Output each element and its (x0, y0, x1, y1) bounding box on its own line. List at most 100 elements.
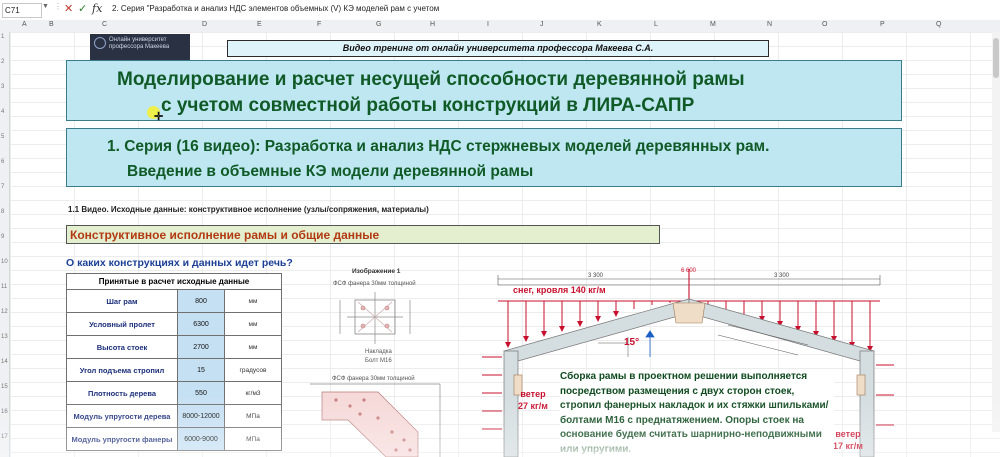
column-label[interactable]: O (822, 21, 827, 28)
row-label[interactable]: 13 (1, 334, 8, 340)
university-logo: Онлайн университет профессора Макеева (90, 34, 190, 62)
row-label[interactable]: 11 (1, 284, 7, 290)
param-name[interactable]: Угол подъема стропил (66, 358, 178, 382)
param-unit[interactable]: МПа (224, 427, 282, 451)
param-value[interactable]: 550 (177, 381, 225, 405)
wind-right-value: 17 кг/м (833, 441, 863, 451)
dim-top-right: 3 300 (774, 273, 790, 279)
param-unit[interactable]: градусов (224, 358, 282, 382)
separator-icon: ⋮ (54, 2, 62, 11)
wind-left-value: 27 кг/м (518, 401, 548, 411)
table-row: Модуль упругости дерева 8000-12000 МПа (66, 404, 282, 428)
param-value[interactable]: 800 (177, 289, 225, 313)
column-label[interactable]: G (376, 21, 381, 28)
column-label[interactable]: E (257, 21, 262, 28)
param-name[interactable]: Модуль упругости фанеры (66, 427, 178, 451)
row-header: 1 2 3 4 5 6 7 8 9 10 11 12 13 14 15 16 1… (0, 32, 10, 457)
video-subheading: 1.1 Видео. Исходные данные: конструктивн… (68, 205, 429, 214)
table-row: Модуль упругости фанеры 6000-9000 МПа (66, 427, 282, 451)
param-name[interactable]: Высота стоек (66, 335, 178, 359)
series-box: 1. Серия (16 видео): Разработка и анализ… (66, 128, 902, 187)
table-row: Шаг рам 800 мм (66, 289, 282, 313)
section-title: Конструктивное исполнение рамы и общие д… (66, 225, 660, 244)
row-label[interactable]: 15 (1, 384, 8, 390)
logo-text: Онлайн университет профессора Макеева (109, 37, 170, 50)
row-label[interactable]: 14 (1, 359, 8, 365)
table-row: Условный пролет 6300 мм (66, 312, 282, 336)
table-row: Плотность дерева 550 кг/м3 (66, 381, 282, 405)
row-label[interactable]: 4 (1, 109, 4, 115)
cell-cursor-icon: ✛ (154, 111, 164, 123)
course-title-line-1: Моделирование и расчет несущей способнос… (117, 69, 745, 90)
name-box[interactable]: C71 (2, 3, 42, 18)
param-unit[interactable]: мм (224, 335, 282, 359)
series-title-line-1: 1. Серия (16 видео): Разработка и анализ… (107, 138, 770, 155)
param-name[interactable]: Условный пролет (66, 312, 178, 336)
row-label[interactable]: 17 (1, 434, 8, 440)
snow-load-label: снег, кровля 140 кг/м (513, 285, 606, 295)
wind-right-title: ветер (835, 429, 861, 439)
column-label[interactable]: M (710, 21, 716, 28)
row-label[interactable]: 9 (1, 234, 4, 240)
course-title-box: Моделирование и расчет несущей способнос… (66, 60, 902, 121)
param-unit[interactable]: МПа (224, 404, 282, 428)
promo-banner: Видео тренинг от онлайн университета про… (227, 40, 769, 57)
formula-bar: C71 ▼ ⋮ ✕ ✓ fx 2. Серия "Разработка и ан… (0, 0, 1000, 21)
course-title-line-2: с учетом совместной работы конструкций в… (161, 95, 695, 116)
row-label[interactable]: 5 (1, 134, 4, 140)
param-value[interactable]: 8000-12000 (177, 404, 225, 428)
param-value[interactable]: 15 (177, 358, 225, 382)
wind-left-title: ветер (520, 389, 546, 399)
row-label[interactable]: 6 (1, 159, 4, 165)
column-label[interactable]: F (317, 21, 321, 28)
param-value[interactable]: 6300 (177, 312, 225, 336)
column-label[interactable]: H (430, 21, 435, 28)
plywood-label: ФСФ фанера 30мм толщиной (333, 281, 416, 287)
param-unit[interactable]: мм (224, 289, 282, 313)
column-label[interactable]: I (487, 21, 489, 28)
series-title-line-2: Введение в объемные КЭ модели деревянной… (127, 163, 534, 180)
row-label[interactable]: 2 (1, 59, 4, 65)
param-unit[interactable]: мм (224, 312, 282, 336)
column-label[interactable]: A (22, 21, 27, 28)
function-icon[interactable]: fx (92, 2, 102, 15)
row-label[interactable]: 12 (1, 309, 8, 315)
vertical-scrollbar[interactable] (992, 32, 1000, 432)
column-label[interactable]: C (102, 21, 107, 28)
question-heading: О каких конструкциях и данных идет речь? (66, 257, 293, 269)
column-label[interactable]: P (880, 21, 885, 28)
formula-input[interactable]: 2. Серия "Разработка и анализ НДС элемен… (112, 4, 439, 13)
logo-mark-icon (94, 37, 106, 49)
image-title: Изображение 1 (352, 268, 401, 275)
wind-right-label: ветер 17 кг/м (833, 428, 863, 452)
table-row: Угол подъема стропил 15 градусов (66, 358, 282, 382)
column-label[interactable]: Q (936, 21, 941, 28)
wind-left-label: ветер 27 кг/м (518, 388, 548, 412)
table-header: Принятые в расчет исходные данные (66, 273, 282, 290)
table-row: Высота стоек 2700 мм (66, 335, 282, 359)
confirm-icon[interactable]: ✓ (78, 2, 87, 15)
column-label[interactable]: J (540, 21, 544, 28)
param-unit[interactable]: кг/м3 (224, 381, 282, 405)
column-label[interactable]: L (654, 21, 658, 28)
chevron-down-icon[interactable]: ▼ (42, 3, 49, 10)
column-label[interactable]: D (202, 21, 207, 28)
scrollbar-thumb[interactable] (993, 38, 999, 78)
column-label[interactable]: B (49, 21, 54, 28)
column-label[interactable]: K (597, 21, 602, 28)
dim-top-left: 3 300 (588, 273, 604, 279)
param-name[interactable]: Плотность дерева (66, 381, 178, 405)
row-label[interactable]: 7 (1, 184, 4, 190)
row-label[interactable]: 8 (1, 209, 4, 215)
input-data-table: Принятые в расчет исходные данные Шаг ра… (66, 273, 282, 451)
row-label[interactable]: 16 (1, 409, 8, 415)
param-value[interactable]: 6000-9000 (177, 427, 225, 451)
column-label[interactable]: N (767, 21, 772, 28)
row-label[interactable]: 10 (1, 259, 8, 265)
param-value[interactable]: 2700 (177, 335, 225, 359)
param-name[interactable]: Шаг рам (66, 289, 178, 313)
row-label[interactable]: 3 (1, 84, 4, 90)
cancel-icon[interactable]: ✕ (64, 2, 73, 15)
param-name[interactable]: Модуль упругости дерева (66, 404, 178, 428)
row-label[interactable]: 1 (1, 34, 4, 40)
